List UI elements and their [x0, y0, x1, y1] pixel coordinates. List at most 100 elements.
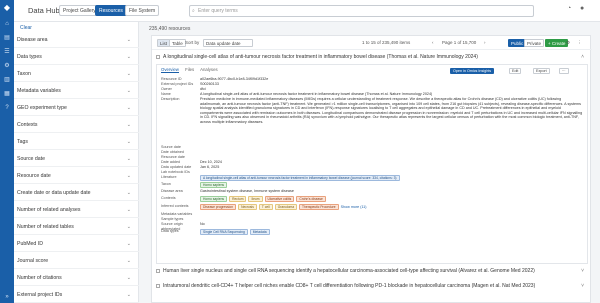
field-value: Single Cell RNA Sequencing Metadata — [200, 229, 583, 235]
result-title[interactable]: Human liver single nucleus and single ce… — [163, 268, 535, 274]
field-label: Literature — [161, 175, 177, 179]
filter-number-of-related-analyses[interactable]: Number of related analyses ⌄ — [14, 202, 139, 218]
field-label: Source date — [161, 145, 181, 149]
chart-icon[interactable]: ▥ — [0, 75, 14, 85]
filter-pubmed-id[interactable]: PubMed ID ⌄ — [14, 236, 139, 252]
home-icon[interactable]: ⌂ — [0, 19, 14, 29]
chevron-down-icon: ⌄ — [126, 224, 131, 230]
tab-analyses[interactable]: Analyses — [200, 67, 217, 72]
checkbox[interactable] — [156, 268, 160, 273]
result-title[interactable]: A longitudinal single-cell atlas of anti… — [163, 54, 478, 60]
filter-external-project-ids[interactable]: External project IDs ⌄ — [14, 287, 139, 303]
search-input[interactable]: ⌕ Enter query terms — [189, 5, 534, 17]
edit-button[interactable]: Edit — [509, 68, 522, 74]
context-tag[interactable]: Ulcerative colitis — [264, 196, 295, 202]
context-tag[interactable]: Therapeutic Procedure — [299, 204, 339, 210]
filter-disease-area[interactable]: Disease area ⌄ — [14, 32, 139, 48]
field-label: Taxon — [161, 182, 171, 186]
filter-number-of-citations[interactable]: Number of citations ⌄ — [14, 270, 139, 286]
field-label: Owner — [161, 87, 172, 91]
context-tag[interactable]: Granuloma — [274, 204, 298, 210]
field-value: a02ae6ba-9077-4bc0-b1e8-34f09d1f332e — [200, 77, 269, 81]
field-value: A longitudinal single-cell atlas of anti… — [200, 175, 583, 181]
filter-source-date[interactable]: Source date ⌄ — [14, 151, 139, 167]
chevron-down-icon: ⌄ — [126, 71, 131, 77]
field-value: A longitudinal single-cell atlas of anti… — [200, 92, 433, 96]
notifications-icon[interactable]: ◔ — [567, 5, 571, 12]
more-icon[interactable]: ⋮ — [577, 40, 582, 46]
more-actions-icon[interactable]: ⋯ — [559, 68, 569, 74]
checkbox[interactable] — [156, 283, 160, 288]
filter-data-types[interactable]: Data types ⌄ — [14, 49, 139, 65]
create-button[interactable]: + Create — [545, 39, 569, 47]
data-type-tag[interactable]: Metadata — [249, 229, 270, 235]
sort-select[interactable]: Data update date — [203, 39, 253, 47]
filter-tags[interactable]: Tags ⌄ — [14, 134, 139, 150]
field-label: Disease area — [161, 189, 183, 193]
taxon-tag[interactable]: Homo sapiens — [200, 182, 228, 188]
chevron-down-icon[interactable]: ˅ — [581, 283, 584, 289]
chevron-down-icon: ⌄ — [126, 88, 131, 94]
context-tag[interactable]: Homo sapiens — [200, 196, 228, 202]
settings-icon[interactable]: ⚙ — [566, 40, 570, 46]
list-item[interactable]: Intratumoral dendritic cell-CD4+ T helpe… — [156, 283, 586, 289]
result-title[interactable]: Intratumoral dendritic cell-CD4+ T helpe… — [163, 283, 535, 289]
resource-count: 235,490 resources — [149, 26, 191, 32]
field-value: S00260133 — [200, 82, 219, 86]
settings-icon[interactable]: ⚙ — [0, 61, 14, 71]
context-tag[interactable]: Crohn's disease — [296, 196, 326, 202]
filter-label: Number of citations — [17, 275, 62, 281]
context-tag[interactable]: Necrosis — [238, 204, 257, 210]
left-nav-rail: ◆ ⌂ ▤ ☰ ⚙ ▥ ▦ ? » — [0, 0, 14, 303]
chevron-down-icon[interactable]: ˅ — [581, 268, 584, 274]
nav-file-system[interactable]: File System — [125, 5, 160, 16]
filter-resource-date[interactable]: Resource date ⌄ — [14, 168, 139, 184]
tab-files[interactable]: Files — [185, 67, 194, 72]
field-label: External project IDs — [161, 82, 194, 86]
field-label: Description — [161, 97, 180, 101]
list-item[interactable]: A longitudinal single-cell atlas of anti… — [156, 54, 586, 60]
context-tag[interactable]: Disease progression — [200, 204, 237, 210]
list-item[interactable]: Human liver single nucleus and single ce… — [156, 268, 586, 274]
database-icon[interactable]: ☰ — [0, 47, 14, 57]
filter-metadata-variables[interactable]: Metadata variables ⌄ — [14, 83, 139, 99]
open-in-omics-button[interactable]: Open in Omics Insights — [450, 68, 495, 74]
chevron-down-icon: ⌄ — [126, 105, 131, 111]
filter-create-date-or-data-update-date[interactable]: Create date or data update date ⌄ — [14, 185, 139, 201]
context-tag[interactable]: Rectum — [229, 196, 247, 202]
private-toggle[interactable]: Private — [524, 39, 545, 47]
filter-journal-score[interactable]: Journal score ⌄ — [14, 253, 139, 269]
field-value: dfci — [200, 87, 206, 91]
tab-overview[interactable]: Overview — [161, 67, 179, 73]
data-type-tag[interactable]: Single Cell RNA Sequencing — [200, 229, 248, 235]
nav-project-gallery[interactable]: Project Gallery — [59, 5, 100, 16]
help-icon[interactable]: ? — [0, 103, 14, 113]
expand-icon[interactable]: » — [0, 294, 14, 300]
files-icon[interactable]: ▦ — [0, 89, 14, 99]
filter-geo-experiment-type[interactable]: GEO experiment type ⌄ — [14, 100, 139, 116]
filter-label: GEO experiment type — [17, 105, 67, 111]
field-label: Metadata variables — [161, 212, 193, 216]
checkbox[interactable] — [156, 54, 160, 59]
chevron-down-icon: ⌄ — [126, 173, 131, 179]
export-button[interactable]: Export — [533, 68, 550, 74]
filter-number-of-related-tables[interactable]: Number of related tables ⌄ — [14, 219, 139, 235]
user-avatar-icon[interactable]: ● — [580, 5, 584, 12]
prev-page-icon[interactable]: ‹ — [432, 40, 434, 45]
app-logo-icon[interactable]: ◆ — [0, 3, 14, 15]
filter-taxon[interactable]: Taxon ⌄ — [14, 66, 139, 82]
table-view-button[interactable]: Table — [169, 39, 186, 47]
filter-contexts[interactable]: Contexts ⌄ — [14, 117, 139, 133]
next-page-icon[interactable]: › — [484, 40, 486, 45]
context-tag[interactable]: Ileum — [248, 196, 263, 202]
context-tag[interactable]: T cell — [258, 204, 273, 210]
items-range: 1 to 15 of 235,490 items — [362, 40, 411, 45]
filter-label: Create date or data update date — [17, 190, 91, 196]
nav-resources[interactable]: Resources — [95, 5, 127, 16]
literature-link[interactable]: A longitudinal single-cell atlas of anti… — [200, 175, 400, 181]
folder-icon[interactable]: ▤ — [0, 33, 14, 43]
field-label: Date added — [161, 160, 181, 164]
show-more-link[interactable]: Show more (11) — [341, 205, 367, 209]
search-icon: ⌕ — [192, 8, 195, 14]
chevron-up-icon[interactable]: ˄ — [581, 54, 584, 60]
